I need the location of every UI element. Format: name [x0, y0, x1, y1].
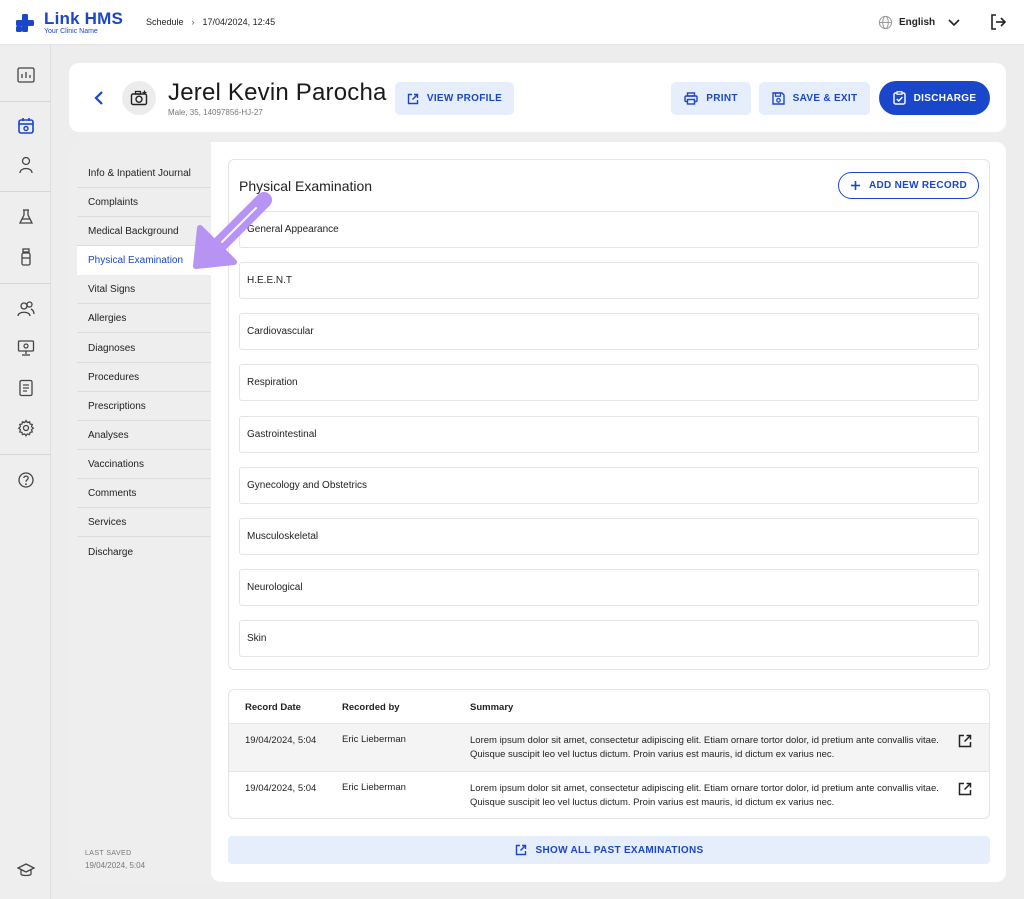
- calendar-icon[interactable]: [0, 108, 51, 144]
- column-header-summary: Summary: [470, 702, 514, 713]
- exam-category-skin[interactable]: Skin: [239, 620, 979, 657]
- recorded-by: Eric Lieberman: [342, 782, 406, 793]
- patient-header: Jerel Kevin Parocha Male, 35, 14097856-H…: [69, 63, 1006, 132]
- flask-icon[interactable]: [0, 199, 51, 235]
- breadcrumb-separator-icon: ›: [191, 17, 195, 27]
- table-row[interactable]: 19/04/2024, 5:04 Eric Lieberman Lorem ip…: [229, 723, 989, 771]
- discharge-button[interactable]: DISCHARGE: [879, 81, 990, 115]
- help-icon[interactable]: [0, 462, 51, 498]
- nav-item-services[interactable]: Services: [77, 508, 211, 537]
- show-all-label: SHOW ALL PAST EXAMINATIONS: [535, 844, 704, 856]
- open-record-icon[interactable]: [958, 782, 972, 799]
- nav-item-comments[interactable]: Comments: [77, 479, 211, 508]
- plus-icon: [850, 181, 860, 190]
- table-row[interactable]: 19/04/2024, 5:04 Eric Lieberman Lorem ip…: [229, 771, 989, 818]
- add-new-record-label: ADD NEW RECORD: [868, 180, 968, 191]
- breadcrumb-datetime: 17/04/2024, 12:45: [202, 17, 276, 27]
- print-button[interactable]: PRINT: [671, 82, 751, 115]
- exam-category-heent[interactable]: H.E.E.N.T: [239, 262, 979, 299]
- print-label: PRINT: [706, 93, 738, 104]
- external-link-icon: [515, 844, 526, 856]
- exam-category-neurological[interactable]: Neurological: [239, 569, 979, 606]
- graduation-cap-icon[interactable]: [0, 852, 51, 888]
- exam-category-general-appearance[interactable]: General Appearance: [239, 211, 979, 248]
- save-icon: [771, 92, 785, 105]
- external-link-icon: [407, 93, 419, 104]
- bottle-icon[interactable]: [0, 239, 51, 275]
- save-exit-button[interactable]: SAVE & EXIT: [759, 82, 870, 115]
- nav-item-vaccinations[interactable]: Vaccinations: [77, 450, 211, 479]
- gear-icon[interactable]: [0, 410, 51, 446]
- nav-item-allergies[interactable]: Allergies: [77, 304, 211, 333]
- view-profile-label: VIEW PROFILE: [426, 93, 503, 104]
- last-saved-label: LAST SAVED: [85, 850, 132, 857]
- exam-category-cardiovascular[interactable]: Cardiovascular: [239, 313, 979, 350]
- records-table: Record Date Recorded by Summary 19/04/20…: [228, 689, 990, 819]
- nav-item-physical-examination[interactable]: Physical Examination: [77, 246, 211, 275]
- patient-name: Jerel Kevin Parocha: [168, 79, 387, 106]
- view-profile-button[interactable]: VIEW PROFILE: [395, 82, 514, 115]
- nav-item-medical-background[interactable]: Medical Background: [77, 217, 211, 246]
- exam-category-gastrointestinal[interactable]: Gastrointestinal: [239, 416, 979, 453]
- nav-item-complaints[interactable]: Complaints: [77, 188, 211, 217]
- physical-examination-card: Physical Examination ADD NEW RECORD Gene…: [228, 159, 990, 670]
- left-rail: [0, 45, 51, 899]
- discharge-label: DISCHARGE: [913, 92, 977, 104]
- nav-item-vital-signs[interactable]: Vital Signs: [77, 275, 211, 304]
- exam-category-musculoskeletal[interactable]: Musculoskeletal: [239, 518, 979, 555]
- globe-icon: [878, 15, 893, 30]
- nav-item-procedures[interactable]: Procedures: [77, 363, 211, 392]
- record-summary: Lorem ipsum dolor sit amet, consectetur …: [470, 735, 939, 761]
- open-record-icon[interactable]: [958, 734, 972, 751]
- nav-item-prescriptions[interactable]: Prescriptions: [77, 392, 211, 421]
- brand-tagline: Your Clinic Name: [44, 28, 98, 35]
- language-selector[interactable]: English: [878, 15, 961, 30]
- dashboard-icon[interactable]: [0, 57, 51, 93]
- person-icon[interactable]: [0, 147, 51, 183]
- nav-item-info-inpatient-journal[interactable]: Info & Inpatient Journal: [77, 159, 211, 188]
- back-button[interactable]: [89, 87, 109, 109]
- annotation-arrow-icon: [192, 188, 278, 275]
- nav-item-diagnoses[interactable]: Diagnoses: [77, 334, 211, 363]
- patient-meta: Male, 35, 14097856-HJ-27: [168, 108, 263, 117]
- users-icon[interactable]: [0, 291, 51, 327]
- last-saved-value: 19/04/2024, 5:04: [85, 860, 146, 870]
- record-date: 19/04/2024, 5:04: [245, 735, 317, 746]
- table-header: Record Date Recorded by Summary: [229, 690, 989, 723]
- last-saved: LAST SAVED 19/04/2024, 5:04: [85, 849, 145, 872]
- breadcrumb-section[interactable]: Schedule: [146, 17, 184, 27]
- chevron-down-icon: [948, 18, 960, 26]
- recorded-by: Eric Lieberman: [342, 734, 406, 745]
- camera-icon: [130, 90, 148, 106]
- brand-name: Link HMS: [44, 9, 124, 28]
- column-header-recorded-by: Recorded by: [342, 702, 400, 713]
- logout-icon[interactable]: [989, 13, 1007, 36]
- exam-category-gynecology-obstetrics[interactable]: Gynecology and Obstetrics: [239, 467, 979, 504]
- record-date: 19/04/2024, 5:04: [245, 783, 317, 794]
- add-photo-button[interactable]: [122, 81, 156, 115]
- printer-icon: [684, 92, 698, 105]
- exam-category-respiration[interactable]: Respiration: [239, 364, 979, 401]
- add-new-record-button[interactable]: ADD NEW RECORD: [838, 172, 979, 199]
- report-icon[interactable]: [0, 370, 51, 406]
- column-header-record-date: Record Date: [245, 702, 301, 713]
- top-bar: Link HMS Your Clinic Name Schedule › 17/…: [0, 0, 1024, 45]
- chevron-left-icon: [94, 91, 103, 105]
- logo[interactable]: Link HMS Your Clinic Name: [16, 10, 123, 35]
- language-label: English: [899, 17, 936, 28]
- record-summary: Lorem ipsum dolor sit amet, consectetur …: [470, 783, 939, 809]
- show-all-past-examinations-button[interactable]: SHOW ALL PAST EXAMINATIONS: [228, 836, 990, 864]
- save-exit-label: SAVE & EXIT: [792, 93, 858, 104]
- nav-item-analyses[interactable]: Analyses: [77, 421, 211, 450]
- nav-item-discharge[interactable]: Discharge: [77, 538, 211, 567]
- main-content: Physical Examination ADD NEW RECORD Gene…: [211, 142, 1006, 882]
- logo-cross-icon: [16, 14, 34, 32]
- breadcrumb: Schedule › 17/04/2024, 12:45: [146, 17, 275, 27]
- clipboard-check-icon: [892, 91, 906, 105]
- monitor-icon[interactable]: [0, 330, 51, 366]
